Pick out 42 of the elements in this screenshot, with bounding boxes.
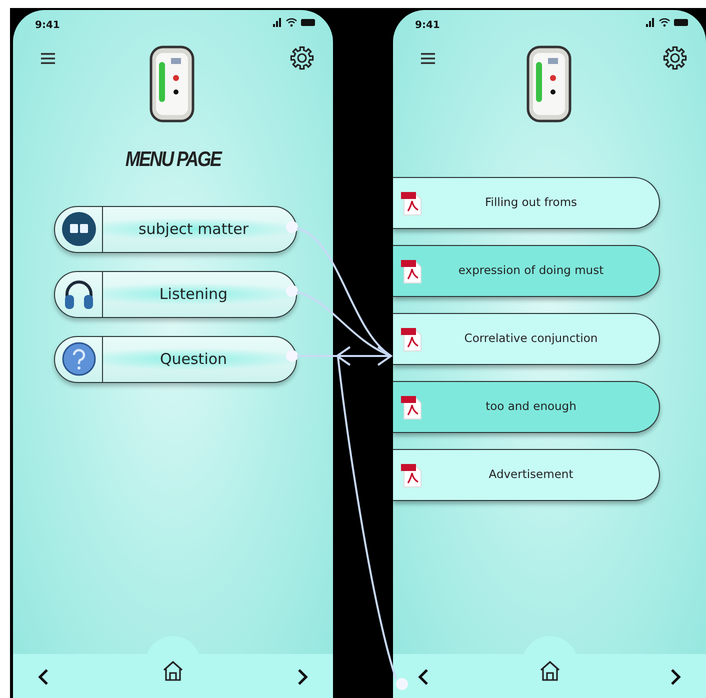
book-icon (60, 211, 96, 247)
document-button[interactable]: expression of doing must (393, 245, 660, 297)
pdf-icon (401, 190, 423, 216)
document-button[interactable]: Advertisement (393, 449, 660, 501)
wifi-icon (659, 18, 670, 27)
status-time: 9:41 (415, 19, 440, 33)
pdf-icon (401, 462, 423, 488)
status-time: 9:41 (35, 19, 60, 33)
chevron-left-icon (417, 668, 429, 686)
menu-icon[interactable] (41, 53, 55, 64)
chevron-right-icon (297, 668, 309, 686)
settings-icon[interactable] (289, 45, 315, 71)
home-icon (161, 659, 185, 683)
document-button[interactable]: Correlative conjunction (393, 313, 660, 365)
battery-icon (674, 19, 688, 26)
settings-icon[interactable] (662, 45, 688, 71)
home-button[interactable] (161, 659, 185, 683)
question-icon (60, 341, 96, 377)
logo-icon (147, 44, 197, 124)
menu-button[interactable]: Listening (54, 270, 297, 318)
signal-icon (646, 18, 655, 27)
menu-button[interactable]: Question (54, 336, 297, 382)
document-button[interactable]: too and enough (393, 381, 660, 433)
wifi-icon (286, 18, 297, 27)
pdf-icon (401, 394, 423, 420)
signal-icon (273, 18, 282, 27)
page-title: MENU PAGE (124, 147, 223, 173)
forward-button[interactable] (297, 668, 309, 686)
back-button[interactable] (417, 668, 429, 686)
pdf-icon (401, 326, 423, 352)
pdf-icon (401, 258, 423, 284)
connector-dot (396, 678, 408, 690)
document-button[interactable]: Filling out froms (393, 177, 660, 229)
battery-icon (301, 19, 315, 26)
menu-button[interactable]: subject matter (54, 206, 297, 252)
home-icon (538, 659, 562, 683)
home-button[interactable] (538, 659, 562, 683)
back-button[interactable] (37, 668, 49, 686)
forward-button[interactable] (670, 668, 682, 686)
menu-icon[interactable] (421, 53, 435, 64)
chevron-right-icon (670, 668, 682, 686)
chevron-left-icon (37, 668, 49, 686)
